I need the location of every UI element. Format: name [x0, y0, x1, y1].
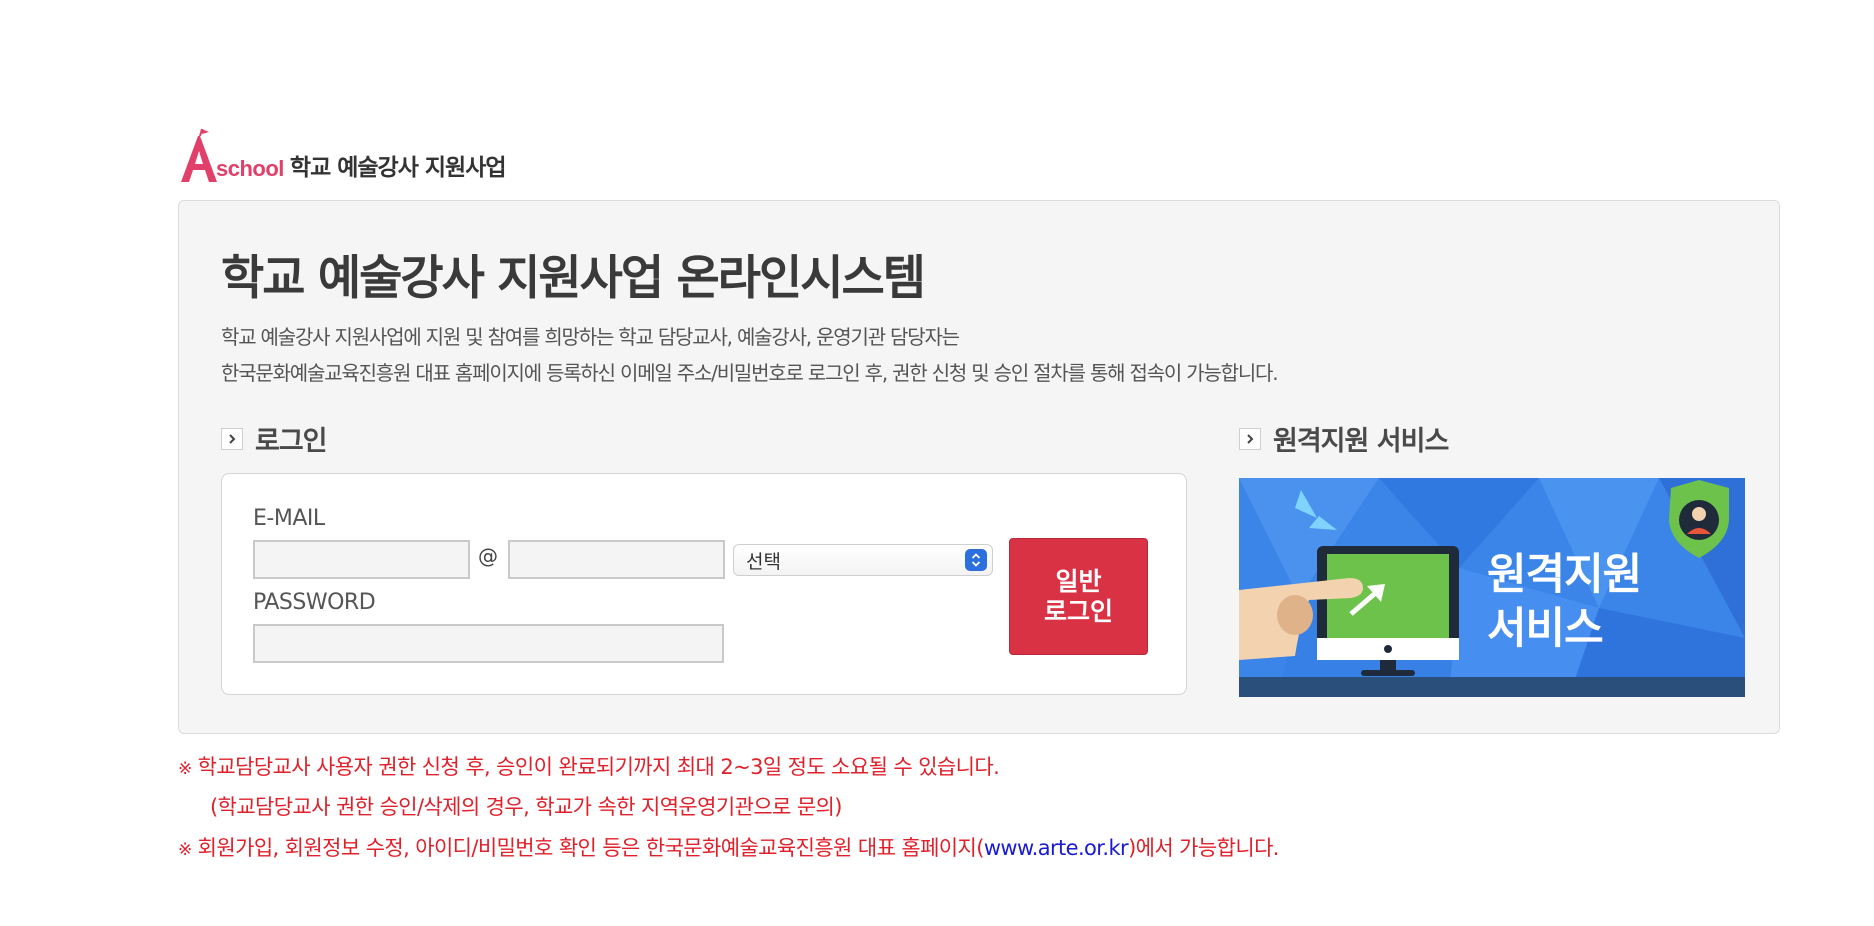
notice-3-text-post: )에서 가능합니다.	[1128, 836, 1279, 860]
reference-mark: ※	[178, 759, 192, 779]
chevron-right-icon	[221, 427, 243, 450]
email-domain-select-value: 선택	[746, 550, 781, 573]
login-button-line-1: 일반	[1055, 566, 1102, 596]
description-line-1: 학교 예술강사 지원사업에 지원 및 참여를 희망하는 학교 담당교사, 예술강…	[221, 325, 960, 349]
chevron-right-icon	[1239, 427, 1261, 450]
page-description: 학교 예술강사 지원사업에 지원 및 참여를 희망하는 학교 담당교사, 예술강…	[221, 319, 1279, 391]
remote-support-banner[interactable]: 원격지원 서비스	[1239, 478, 1745, 697]
notice-2-text: (학교담당교사 권한 승인/삭제의 경우, 학교가 속한 지역운영기관으로 문의…	[210, 795, 842, 819]
notice-approval-inquiry: (학교담당교사 권한 승인/삭제의 경우, 학교가 속한 지역운영기관으로 문의…	[210, 791, 842, 821]
logo-a-mark	[178, 128, 218, 184]
remote-banner-text: 원격지원 서비스	[1487, 548, 1642, 656]
page: school 학교 예술강사 지원사업 학교 예술강사 지원사업 온라인시스템 …	[0, 0, 1874, 926]
arte-homepage-link[interactable]: www.arte.or.kr	[984, 836, 1129, 860]
email-domain-input[interactable]	[508, 540, 725, 579]
banner-line-2: 서비스	[1487, 604, 1604, 654]
notice-3-text-pre: 회원가입, 회원정보 수정, 아이디/비밀번호 확인 등은 한국문화예술교육진흥…	[197, 836, 985, 860]
password-input[interactable]	[253, 624, 724, 663]
site-logo[interactable]: school 학교 예술강사 지원사업	[178, 124, 507, 184]
login-heading: 로그인	[221, 419, 328, 458]
main-panel: 학교 예술강사 지원사업 온라인시스템 학교 예술강사 지원사업에 지원 및 참…	[178, 200, 1780, 734]
reference-mark: ※	[178, 840, 192, 860]
login-form: E-MAIL @ 선택 PASSWORD 일반 로그인	[221, 473, 1187, 695]
description-line-2: 한국문화예술교육진흥원 대표 홈페이지에 등록하신 이메일 주소/비밀번호로 로…	[221, 361, 1279, 385]
notice-1-text: 학교담당교사 사용자 권한 신청 후, 승인이 완료되기까지 최대 2~3일 정…	[197, 755, 1000, 779]
notice-approval-time: ※ 학교담당교사 사용자 권한 신청 후, 승인이 완료되기까지 최대 2~3일 …	[178, 751, 1000, 781]
logo-title: 학교 예술강사 지원사업	[289, 155, 507, 181]
email-label: E-MAIL	[253, 506, 325, 531]
logo-school-text: school	[216, 156, 284, 181]
remote-support-heading-label: 원격지원 서비스	[1273, 426, 1449, 457]
page-title: 학교 예술강사 지원사업 온라인시스템	[221, 251, 926, 306]
remote-support-heading: 원격지원 서비스	[1239, 419, 1449, 458]
email-domain-select[interactable]: 선택	[733, 544, 993, 576]
banner-line-1: 원격지원	[1487, 550, 1642, 600]
login-heading-label: 로그인	[255, 426, 328, 457]
login-button-line-2: 로그인	[1043, 596, 1113, 626]
general-login-button[interactable]: 일반 로그인	[1009, 538, 1148, 655]
notice-membership: ※ 회원가입, 회원정보 수정, 아이디/비밀번호 확인 등은 한국문화예술교육진…	[178, 832, 1279, 862]
email-id-input[interactable]	[253, 540, 470, 579]
select-updown-icon	[965, 549, 987, 571]
password-label: PASSWORD	[253, 590, 376, 615]
at-sign: @	[478, 544, 498, 568]
